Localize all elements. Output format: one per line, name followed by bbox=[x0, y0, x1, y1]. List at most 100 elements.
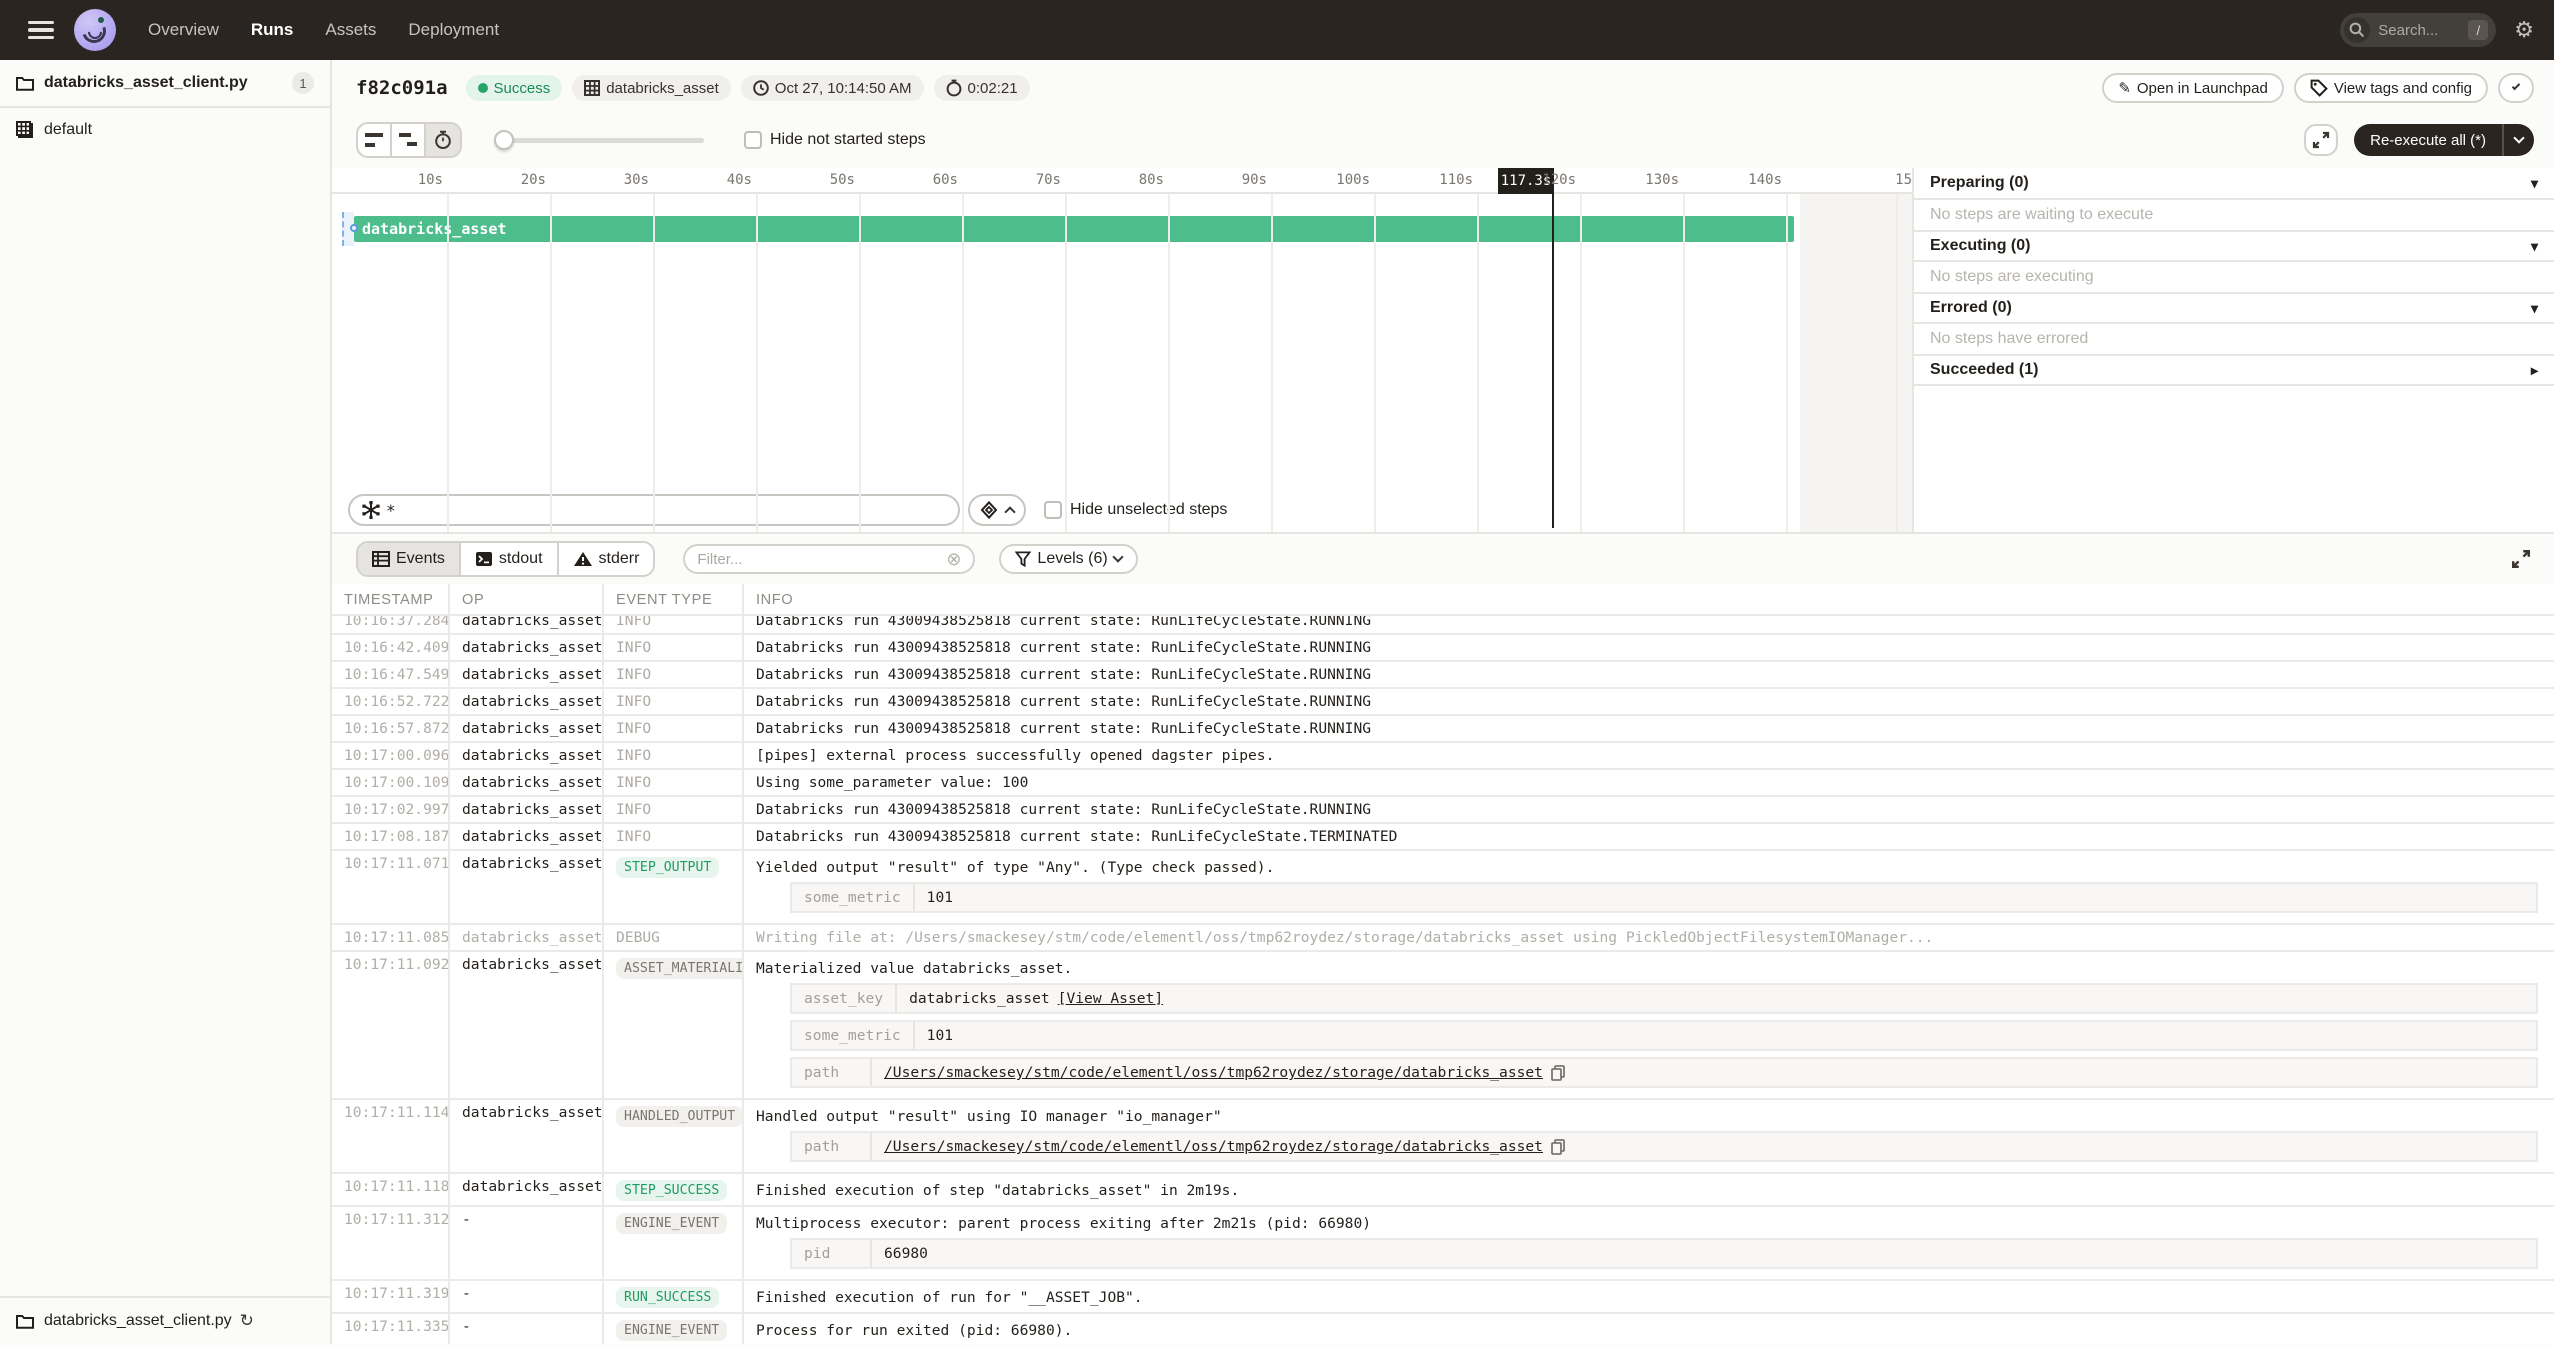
gear-icon[interactable]: ⚙ bbox=[2514, 19, 2534, 41]
gantt-fullscreen-button[interactable] bbox=[2304, 124, 2338, 156]
logs-fullscreen-button[interactable] bbox=[2504, 543, 2538, 575]
gridline bbox=[550, 194, 552, 532]
log-row[interactable]: 10:17:00.109databricks_assetINFOUsing so… bbox=[332, 770, 2554, 797]
gantt-step-bar[interactable]: databricks_asset bbox=[354, 216, 1794, 242]
dagster-logo[interactable] bbox=[74, 9, 116, 51]
step-selector-value[interactable] bbox=[386, 501, 946, 520]
nav-link-overview[interactable]: Overview bbox=[148, 20, 219, 40]
event-type-cell: INFO bbox=[604, 616, 744, 633]
reload-icon[interactable]: ↻ bbox=[240, 1311, 254, 1331]
info-cell: Materialized value databricks_asset.asse… bbox=[744, 952, 2554, 1098]
expand-icon bbox=[2511, 549, 2531, 569]
tab-events[interactable]: Events bbox=[358, 543, 461, 575]
status-section-executing[interactable]: Executing (0)▾ bbox=[1914, 230, 2554, 262]
log-row[interactable]: 10:17:11.335-ENGINE_EVENTProcess for run… bbox=[332, 1314, 2554, 1344]
slider-knob[interactable] bbox=[494, 130, 514, 150]
info-cell: Databricks run 43009438525818 current st… bbox=[744, 689, 2554, 714]
gantt-waterfall-mode-button[interactable] bbox=[392, 124, 426, 156]
op-selector-icon bbox=[362, 501, 380, 519]
hamburger-menu-icon[interactable] bbox=[28, 21, 54, 39]
graph-query-toggle-button[interactable] bbox=[968, 494, 1026, 526]
timestamp-cell: 10:17:00.109 bbox=[332, 770, 450, 795]
log-row[interactable]: 10:17:11.092databricks_assetASSET_MATERI… bbox=[332, 952, 2554, 1100]
log-row[interactable]: 10:17:11.319-RUN_SUCCESSFinished executi… bbox=[332, 1281, 2554, 1314]
events-toolbar: Events stdout stderr ⊗ bbox=[332, 534, 2554, 584]
tab-stderr[interactable]: stderr bbox=[559, 543, 654, 575]
event-type-cell: INFO bbox=[604, 770, 744, 795]
copy-icon[interactable] bbox=[1551, 1065, 1565, 1081]
log-row[interactable]: 10:16:52.722databricks_assetINFODatabric… bbox=[332, 689, 2554, 716]
log-row[interactable]: 10:17:00.096databricks_assetINFO[pipes] … bbox=[332, 743, 2554, 770]
info-text: Yielded output "result" of type "Any". (… bbox=[756, 855, 2554, 876]
sidebar-item-code-location[interactable]: databricks_asset_client.py 1 bbox=[0, 60, 330, 108]
event-type-cell: INFO bbox=[604, 689, 744, 714]
log-row[interactable]: 10:17:11.071databricks_assetSTEP_OUTPUTY… bbox=[332, 851, 2554, 925]
tab-stdout[interactable]: stdout bbox=[461, 543, 559, 575]
info-cell: Finished execution of step "databricks_a… bbox=[744, 1174, 2554, 1205]
metadata-table: path/Users/smackesey/stm/code/elementl/o… bbox=[790, 1131, 2554, 1162]
search-input[interactable]: Search... / bbox=[2340, 13, 2496, 47]
info-text: Materialized value databricks_asset. bbox=[756, 956, 2554, 977]
timestamp-cell: 10:17:11.114 bbox=[332, 1100, 450, 1172]
status-badge: Success bbox=[466, 75, 563, 101]
run-more-actions-button[interactable] bbox=[2498, 73, 2534, 103]
column-header-event-type: EVENT TYPE bbox=[604, 584, 744, 614]
clear-filter-icon[interactable]: ⊗ bbox=[946, 550, 961, 568]
event-type-badge: HANDLED_OUTPUT bbox=[616, 1106, 743, 1127]
logo-eye bbox=[98, 17, 104, 23]
nav-link-runs[interactable]: Runs bbox=[251, 20, 294, 40]
levels-dropdown[interactable]: Levels (6) bbox=[999, 544, 1137, 574]
log-row[interactable]: 10:16:47.549databricks_assetINFODatabric… bbox=[332, 662, 2554, 689]
timestamp-cell: 10:16:57.872 bbox=[332, 716, 450, 741]
event-type-cell: INFO bbox=[604, 635, 744, 660]
metadata-row: some_metric101 bbox=[790, 882, 2538, 913]
pencil-icon: ✎ bbox=[2118, 79, 2131, 97]
log-row[interactable]: 10:17:08.187databricks_assetINFODatabric… bbox=[332, 824, 2554, 851]
hide-not-started-checkbox[interactable] bbox=[744, 131, 762, 149]
event-type-cell: DEBUG bbox=[604, 925, 744, 950]
log-filter-input[interactable]: ⊗ bbox=[683, 544, 975, 574]
status-section-succeeded[interactable]: Succeeded (1)▸ bbox=[1914, 354, 2554, 386]
search-icon bbox=[2344, 17, 2370, 43]
metadata-value-text: 101 bbox=[927, 1027, 953, 1044]
clock-icon bbox=[753, 80, 769, 96]
gridline bbox=[1065, 194, 1067, 532]
gantt-zoom-slider[interactable] bbox=[494, 126, 704, 154]
status-section-empty-message: No steps have errored bbox=[1914, 324, 2554, 354]
gantt-flat-mode-button[interactable] bbox=[358, 124, 392, 156]
log-row[interactable]: 10:17:11.312-ENGINE_EVENTMultiprocess ex… bbox=[332, 1207, 2554, 1281]
log-filter-field[interactable] bbox=[697, 551, 946, 568]
view-tags-config-button[interactable]: View tags and config bbox=[2294, 73, 2488, 103]
gridline bbox=[1168, 194, 1170, 532]
log-row[interactable]: 10:16:37.284databricks_assetINFODatabric… bbox=[332, 616, 2554, 635]
nav-link-assets[interactable]: Assets bbox=[325, 20, 376, 40]
op-cell: databricks_asset bbox=[450, 952, 604, 1098]
path-link[interactable]: /Users/smackesey/stm/code/elementl/oss/t… bbox=[884, 1064, 1543, 1081]
sidebar-item-default-job[interactable]: default bbox=[0, 108, 330, 152]
hide-unselected-checkbox[interactable] bbox=[1044, 501, 1062, 519]
copy-icon[interactable] bbox=[1551, 1139, 1565, 1155]
log-row[interactable]: 10:16:42.409databricks_assetINFODatabric… bbox=[332, 635, 2554, 662]
re-execute-options-button[interactable] bbox=[2502, 124, 2534, 156]
status-section-label: Succeeded (1) bbox=[1930, 361, 2038, 379]
status-section-preparing[interactable]: Preparing (0)▾ bbox=[1914, 168, 2554, 200]
open-in-launchpad-button[interactable]: ✎ Open in Launchpad bbox=[2102, 73, 2284, 103]
status-section-errored[interactable]: Errored (0)▾ bbox=[1914, 292, 2554, 324]
re-execute-all-button[interactable]: Re-execute all (*) bbox=[2354, 124, 2534, 156]
info-cell: Databricks run 43009438525818 current st… bbox=[744, 716, 2554, 741]
log-row[interactable]: 10:17:11.114databricks_assetHANDLED_OUTP… bbox=[332, 1100, 2554, 1174]
run-id: f82c091a bbox=[356, 77, 448, 99]
axis-tick-label: 80s bbox=[1139, 172, 1164, 188]
nav-link-deployment[interactable]: Deployment bbox=[408, 20, 499, 40]
log-row[interactable]: 10:17:02.997databricks_assetINFODatabric… bbox=[332, 797, 2554, 824]
view-asset-link[interactable]: [View Asset] bbox=[1058, 990, 1163, 1007]
sidebar-footer-code-location[interactable]: databricks_asset_client.py ↻ bbox=[0, 1296, 330, 1344]
info-cell: Databricks run 43009438525818 current st… bbox=[744, 616, 2554, 633]
log-row[interactable]: 10:17:11.085databricks_assetDEBUGWriting… bbox=[332, 925, 2554, 952]
path-link[interactable]: /Users/smackesey/stm/code/elementl/oss/t… bbox=[884, 1138, 1543, 1155]
log-row[interactable]: 10:16:57.872databricks_assetINFODatabric… bbox=[332, 716, 2554, 743]
timer-icon bbox=[946, 79, 962, 97]
gantt-timed-mode-button[interactable] bbox=[426, 124, 460, 156]
log-row[interactable]: 10:17:11.118databricks_assetSTEP_SUCCESS… bbox=[332, 1174, 2554, 1207]
footer-code-location-label: databricks_asset_client.py bbox=[44, 1312, 232, 1330]
